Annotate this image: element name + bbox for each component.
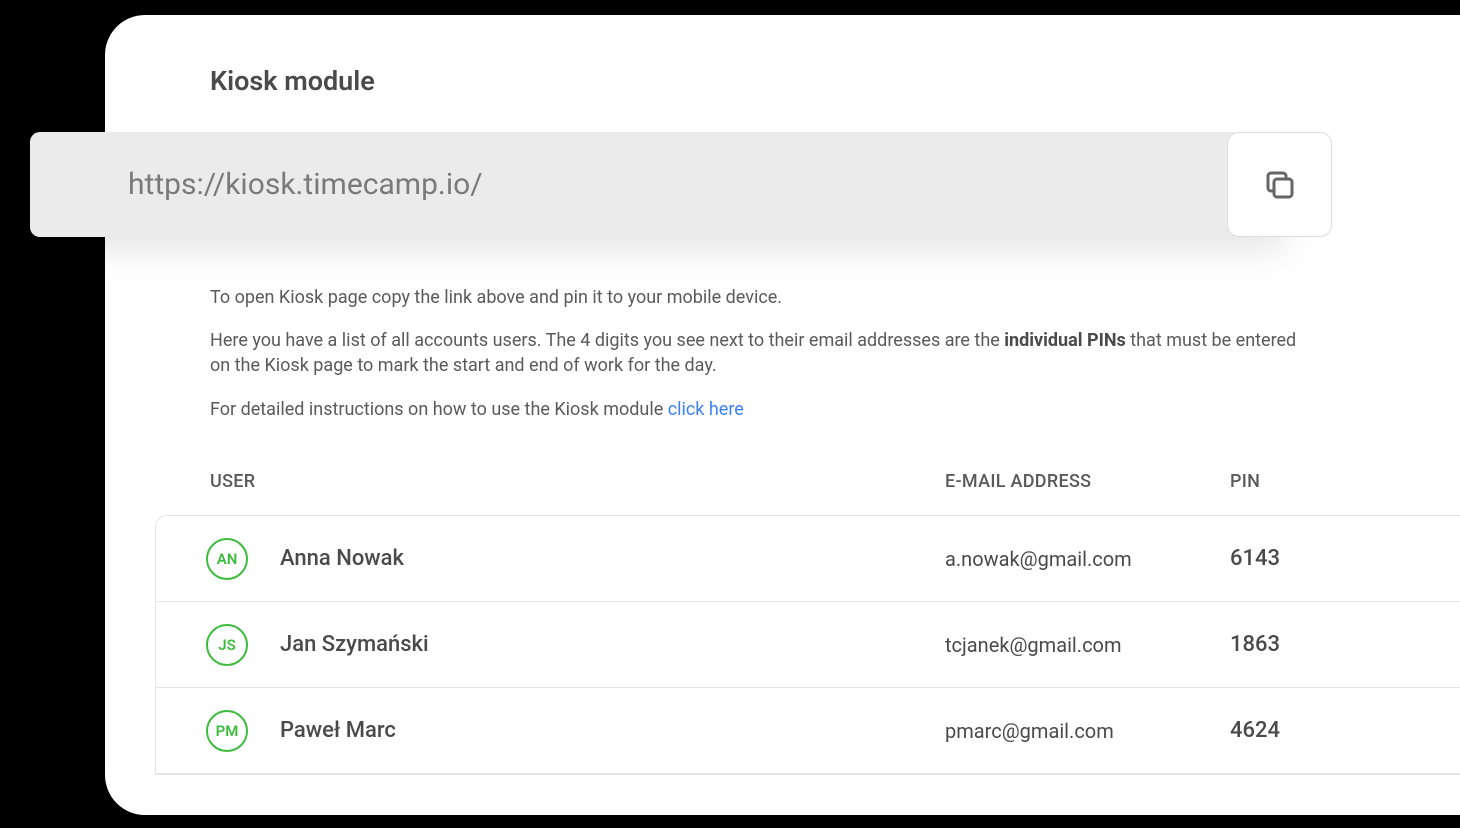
user-email: pmarc@gmail.com <box>945 719 1230 743</box>
column-header-user: USER <box>210 471 945 492</box>
description-line-1: To open Kiosk page copy the link above a… <box>210 285 1310 310</box>
user-name: Paweł Marc <box>280 718 945 743</box>
table-row: AN Anna Nowak a.nowak@gmail.com 6143 <box>156 516 1460 602</box>
kiosk-url-field[interactable]: https://kiosk.timecamp.io/ <box>30 132 1295 237</box>
description-line-3: For detailed instructions on how to use … <box>210 397 1310 422</box>
click-here-link[interactable]: click here <box>668 399 744 420</box>
table-row: PM Paweł Marc pmarc@gmail.com 4624 <box>156 688 1460 774</box>
user-email: tcjanek@gmail.com <box>945 633 1230 657</box>
avatar: AN <box>206 538 248 580</box>
main-panel: Kiosk module https://kiosk.timecamp.io/ … <box>105 15 1460 815</box>
user-pin: 1863 <box>1230 632 1280 657</box>
avatar: JS <box>206 624 248 666</box>
description-block: To open Kiosk page copy the link above a… <box>210 285 1310 440</box>
user-email: a.nowak@gmail.com <box>945 547 1230 571</box>
avatar: PM <box>206 710 248 752</box>
user-pin: 4624 <box>1230 718 1280 743</box>
user-name: Anna Nowak <box>280 546 945 571</box>
user-name: Jan Szymański <box>280 632 945 657</box>
page-title: Kiosk module <box>210 65 375 97</box>
table-header: USER E-MAIL ADDRESS PIN <box>210 471 1460 492</box>
user-pin: 6143 <box>1230 546 1280 571</box>
copy-icon <box>1262 167 1298 203</box>
individual-pins-bold: individual PINs <box>1004 330 1126 351</box>
column-header-email: E-MAIL ADDRESS <box>945 471 1230 492</box>
users-table: AN Anna Nowak a.nowak@gmail.com 6143 JS … <box>155 515 1460 775</box>
column-header-pin: PIN <box>1230 471 1260 492</box>
copy-url-button[interactable] <box>1227 132 1332 237</box>
table-row: JS Jan Szymański tcjanek@gmail.com 1863 <box>156 602 1460 688</box>
description-line-2: Here you have a list of all accounts use… <box>210 328 1310 378</box>
kiosk-url-text: https://kiosk.timecamp.io/ <box>128 167 483 202</box>
